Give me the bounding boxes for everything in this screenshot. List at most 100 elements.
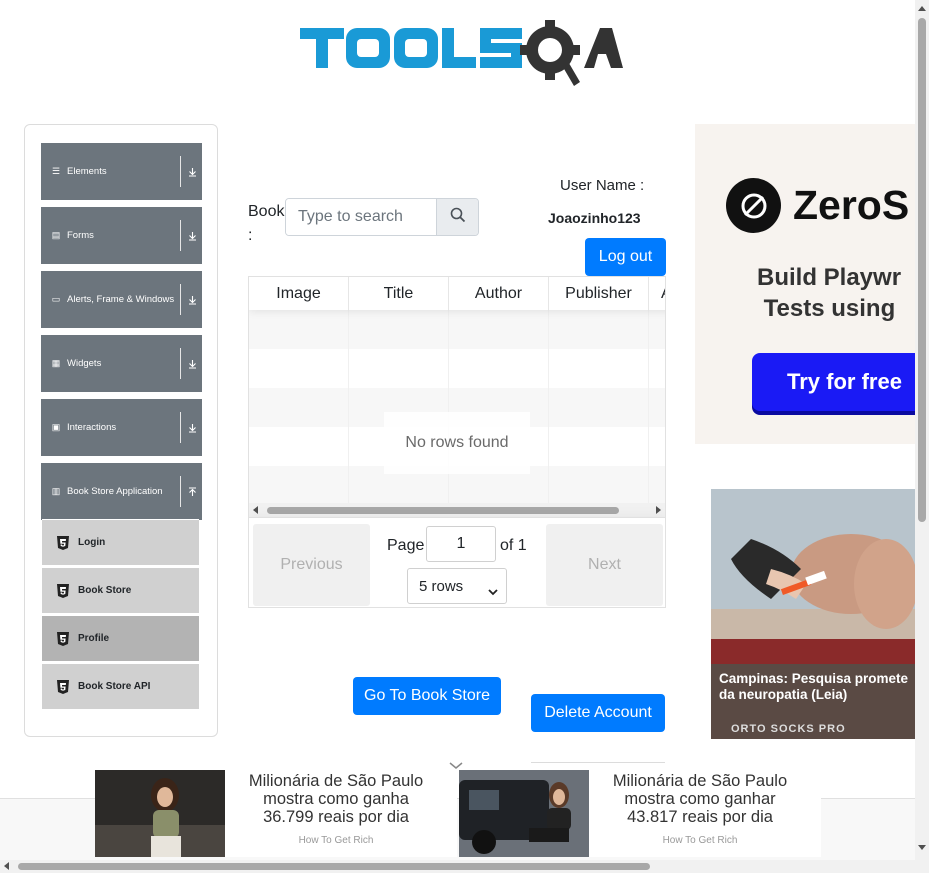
group-label: Interactions bbox=[67, 422, 117, 433]
ad-source: ORTO SOCKS PRO bbox=[731, 723, 846, 735]
menu-item-label: Login bbox=[78, 537, 106, 548]
previous-button[interactable]: Previous bbox=[253, 524, 370, 606]
scroll-left-arrow-icon[interactable] bbox=[253, 506, 258, 514]
ad-headline: Milionária de São Paulo mostra como ganh… bbox=[612, 772, 788, 826]
file-icon: ▤ bbox=[51, 230, 61, 240]
download-arrow-icon bbox=[187, 167, 197, 177]
upload-arrow-icon bbox=[187, 486, 197, 497]
ad-card[interactable]: Milionária de São Paulo mostra como ganh… bbox=[95, 770, 457, 857]
divider bbox=[531, 762, 665, 763]
menu-item-label: Book Store bbox=[78, 585, 132, 596]
group-label: Widgets bbox=[67, 358, 102, 369]
scroll-right-arrow-icon[interactable] bbox=[656, 506, 661, 514]
group-header-alerts[interactable]: ▭ Alerts, Frame & Windows bbox=[41, 271, 202, 328]
ad-source: How To Get Rich bbox=[298, 835, 374, 846]
search-button[interactable] bbox=[436, 199, 478, 235]
html5-icon bbox=[56, 679, 70, 695]
scroll-down-arrow-icon[interactable] bbox=[918, 845, 926, 850]
scroll-up-arrow-icon[interactable] bbox=[918, 6, 926, 11]
column-header-image[interactable]: Image bbox=[249, 277, 349, 310]
toolsqa-logo[interactable] bbox=[298, 14, 623, 92]
page-vertical-scrollbar[interactable] bbox=[915, 0, 929, 860]
scroll-left-arrow-icon[interactable] bbox=[4, 862, 9, 870]
pagination-bar: Previous Page of 1 5 rows Next bbox=[249, 517, 665, 607]
column-header-author[interactable]: Author bbox=[449, 277, 549, 310]
no-rows-message: No rows found bbox=[384, 412, 530, 474]
list-icon: ☰ bbox=[51, 166, 61, 176]
ad-thumbnail bbox=[95, 770, 225, 857]
ad-thumbnail bbox=[459, 770, 589, 857]
html5-icon bbox=[56, 583, 70, 599]
group-header-elements[interactable]: ☰ Elements bbox=[41, 143, 202, 200]
chevron-down-icon bbox=[488, 583, 498, 600]
table-horizontal-scrollbar[interactable] bbox=[249, 503, 665, 517]
ad-headline: Build Playwr Tests using bbox=[757, 264, 902, 322]
username-label: User Name : bbox=[560, 177, 645, 194]
ad-zerostep[interactable]: ZeroS Build Playwr Tests using Try for f… bbox=[695, 124, 915, 444]
next-button[interactable]: Next bbox=[546, 524, 663, 606]
column-header-action[interactable]: Act bbox=[649, 277, 665, 310]
column-header-title[interactable]: Title bbox=[349, 277, 449, 310]
books-table: Image Title Author Publisher Act No rows… bbox=[248, 276, 666, 608]
ad-photo bbox=[711, 489, 915, 664]
scrollbar-thumb[interactable] bbox=[18, 863, 650, 870]
ad-orto-socks[interactable]: Campinas: Pesquisa promete da neuropatia… bbox=[711, 489, 915, 739]
menu-item-profile[interactable]: Profile bbox=[42, 615, 199, 661]
download-arrow-icon bbox=[187, 423, 197, 433]
logout-button[interactable]: Log out bbox=[585, 238, 666, 276]
menu-item-login[interactable]: Login bbox=[42, 519, 199, 565]
page-number-input[interactable] bbox=[426, 526, 496, 562]
group-label: Book Store Application bbox=[67, 486, 163, 497]
delete-account-button[interactable]: Delete Account bbox=[531, 694, 665, 732]
rows-per-page-value: 5 rows bbox=[419, 577, 464, 595]
scrollbar-thumb[interactable] bbox=[267, 507, 619, 514]
table-row bbox=[249, 349, 665, 388]
separator bbox=[180, 412, 181, 443]
table-row bbox=[249, 310, 665, 349]
username-value: Joaozinho123 bbox=[548, 210, 641, 226]
ad-source: How To Get Rich bbox=[662, 835, 738, 846]
separator bbox=[180, 348, 181, 379]
group-header-forms[interactable]: ▤ Forms bbox=[41, 207, 202, 264]
window-icon: ▭ bbox=[51, 294, 61, 304]
separator bbox=[180, 284, 181, 315]
separator bbox=[180, 156, 181, 187]
group-header-interactions[interactable]: ▣ Interactions bbox=[41, 399, 202, 456]
menu-item-book-store-api[interactable]: Book Store API bbox=[42, 663, 199, 709]
page-horizontal-scrollbar[interactable] bbox=[0, 860, 929, 873]
ad-brand: ZeroS bbox=[793, 182, 910, 228]
menu-item-label: Profile bbox=[78, 633, 110, 644]
group-header-book-store-application[interactable]: ▥ Book Store Application bbox=[41, 463, 202, 520]
separator bbox=[180, 476, 181, 507]
ad-headline: Milionária de São Paulo mostra como ganh… bbox=[248, 772, 424, 826]
menu-item-book-store[interactable]: Book Store bbox=[42, 567, 199, 613]
search-input[interactable] bbox=[286, 199, 436, 235]
column-header-publisher[interactable]: Publisher bbox=[549, 277, 649, 310]
page-label: Page bbox=[387, 537, 425, 554]
group-header-widgets[interactable]: ▦ Widgets bbox=[41, 335, 202, 392]
scrollbar-thumb[interactable] bbox=[918, 18, 926, 522]
book-search-label: Book : bbox=[248, 203, 285, 244]
go-to-book-store-button[interactable]: Go To Book Store bbox=[353, 677, 501, 715]
ad-cta-button[interactable]: Try for free bbox=[752, 353, 915, 411]
page: ☰ Elements ▤ Forms ▭ Alerts, Frame & Win… bbox=[0, 0, 929, 873]
zerostep-logo-icon bbox=[726, 178, 781, 233]
ad-caption: Campinas: Pesquisa promete da neuropatia… bbox=[719, 671, 909, 702]
ad-card[interactable]: Milionária de São Paulo mostra como ganh… bbox=[459, 770, 821, 857]
search-icon bbox=[450, 207, 466, 228]
left-menu-panel: ☰ Elements ▤ Forms ▭ Alerts, Frame & Win… bbox=[24, 124, 218, 737]
group-label: Forms bbox=[67, 230, 94, 241]
grid-icon: ▦ bbox=[51, 358, 61, 368]
download-arrow-icon bbox=[187, 359, 197, 369]
square-icon: ▣ bbox=[51, 422, 61, 432]
html5-icon bbox=[56, 535, 70, 551]
download-arrow-icon bbox=[187, 231, 197, 241]
group-label: Elements bbox=[67, 166, 107, 177]
menu-item-label: Book Store API bbox=[78, 681, 151, 692]
download-arrow-icon bbox=[187, 295, 197, 305]
page-total-label: of 1 bbox=[500, 537, 527, 554]
rows-per-page-select[interactable]: 5 rows bbox=[407, 568, 507, 604]
table-header: Image Title Author Publisher Act bbox=[249, 277, 665, 310]
group-label: Alerts, Frame & Windows bbox=[67, 294, 175, 305]
search-box bbox=[285, 198, 479, 236]
